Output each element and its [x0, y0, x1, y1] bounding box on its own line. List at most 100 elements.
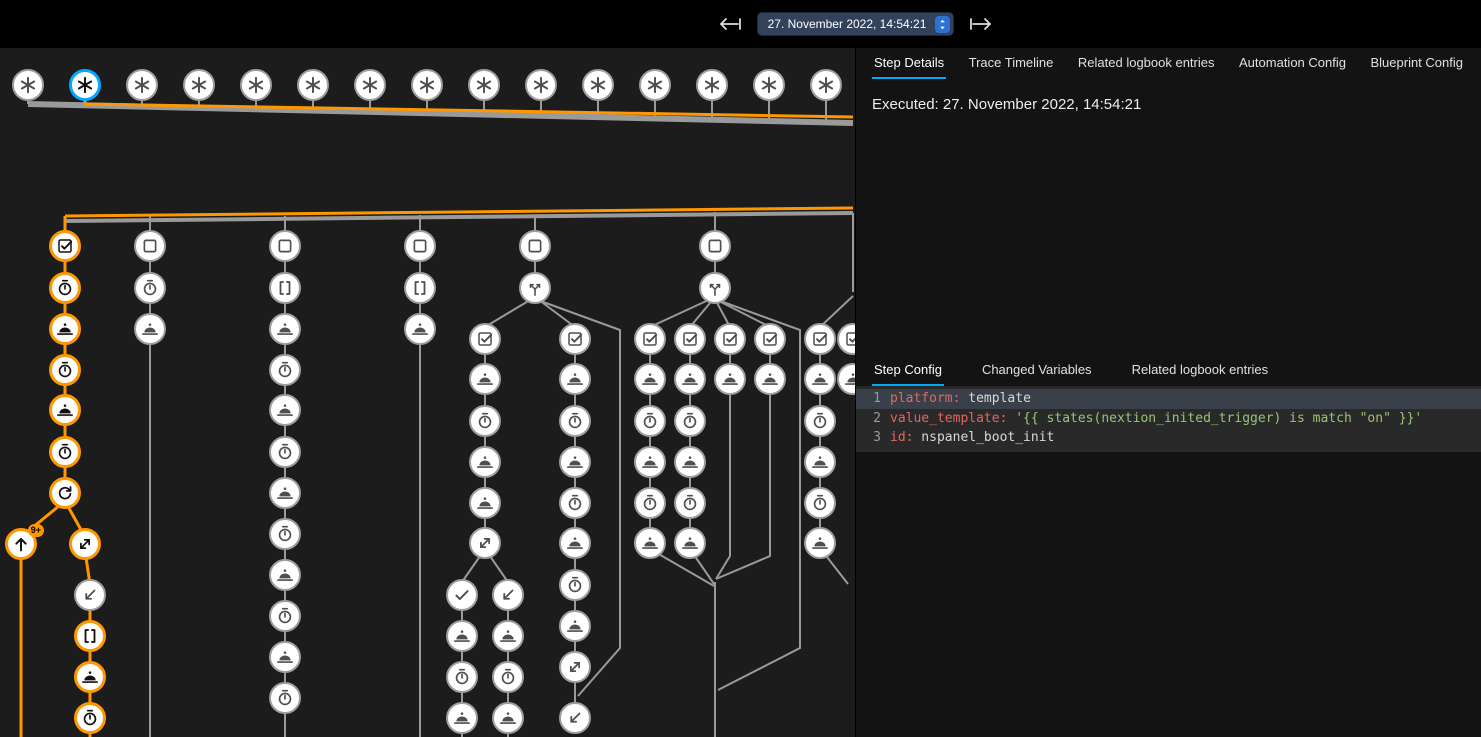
- dome-node[interactable]: [634, 527, 666, 559]
- dome-node[interactable]: [674, 527, 706, 559]
- brackets-node[interactable]: [74, 620, 106, 652]
- expand-node[interactable]: [559, 651, 591, 683]
- checkbox-node[interactable]: [559, 323, 591, 355]
- dome-node[interactable]: [469, 363, 501, 395]
- asterisk-node[interactable]: [468, 69, 500, 101]
- dome-node[interactable]: [446, 702, 478, 734]
- dome-node[interactable]: [469, 487, 501, 519]
- timer-node[interactable]: [74, 702, 106, 734]
- dome-node[interactable]: [634, 363, 666, 395]
- tab-changed-variables[interactable]: Changed Variables: [980, 355, 1094, 386]
- timer-node[interactable]: [559, 487, 591, 519]
- asterisk-node[interactable]: [354, 69, 386, 101]
- next-run-button[interactable]: [968, 15, 994, 33]
- timer-node[interactable]: [804, 487, 836, 519]
- asterisk-node[interactable]: [582, 69, 614, 101]
- checkbox-node[interactable]: [714, 323, 746, 355]
- dome-node[interactable]: [269, 313, 301, 345]
- timer-node[interactable]: [49, 354, 81, 386]
- check-node[interactable]: [446, 579, 478, 611]
- checkbox-node[interactable]: [469, 323, 501, 355]
- timer-node[interactable]: [269, 518, 301, 550]
- choose-node[interactable]: [699, 272, 731, 304]
- repeat-node[interactable]: [49, 477, 81, 509]
- dome-node[interactable]: [559, 446, 591, 478]
- timer-node[interactable]: [269, 682, 301, 714]
- dome-node[interactable]: [754, 363, 786, 395]
- dome-node[interactable]: [804, 446, 836, 478]
- brackets-node[interactable]: [404, 272, 436, 304]
- step-config-code[interactable]: 1platform: template2value_template: '{{ …: [856, 387, 1481, 452]
- dome-node[interactable]: [469, 446, 501, 478]
- expand-node[interactable]: [469, 527, 501, 559]
- timer-node[interactable]: [269, 600, 301, 632]
- timer-node[interactable]: [492, 661, 524, 693]
- timer-node[interactable]: [559, 405, 591, 437]
- timer-node[interactable]: [49, 272, 81, 304]
- asterisk-node[interactable]: [297, 69, 329, 101]
- dome-node[interactable]: [49, 313, 81, 345]
- asterisk-node[interactable]: [696, 69, 728, 101]
- tab-trace-timeline[interactable]: Trace Timeline: [967, 48, 1056, 79]
- dome-node[interactable]: [49, 394, 81, 426]
- tab-related-logbook-entries[interactable]: Related logbook entries: [1130, 355, 1271, 386]
- checkbox-node[interactable]: [49, 230, 81, 262]
- asterisk-node[interactable]: [639, 69, 671, 101]
- dome-node[interactable]: [559, 363, 591, 395]
- tab-step-details[interactable]: Step Details: [872, 48, 946, 79]
- dome-node[interactable]: [674, 363, 706, 395]
- asterisk-node[interactable]: [525, 69, 557, 101]
- dome-node[interactable]: [404, 313, 436, 345]
- previous-run-button[interactable]: [717, 15, 743, 33]
- timer-node[interactable]: [634, 487, 666, 519]
- dome-node[interactable]: [714, 363, 746, 395]
- square-node[interactable]: [269, 230, 301, 262]
- run-selector[interactable]: 27. November 2022, 14:54:21: [757, 12, 955, 36]
- timer-node[interactable]: [134, 272, 166, 304]
- tab-blueprint-config[interactable]: Blueprint Config: [1368, 48, 1465, 79]
- checkbox-node[interactable]: [754, 323, 786, 355]
- asterisk-node[interactable]: [126, 69, 158, 101]
- timer-node[interactable]: [674, 405, 706, 437]
- dome-node[interactable]: [804, 363, 836, 395]
- timer-node[interactable]: [469, 405, 501, 437]
- dome-node[interactable]: [492, 702, 524, 734]
- checkbox-node[interactable]: [804, 323, 836, 355]
- dome-node[interactable]: [269, 477, 301, 509]
- timer-node[interactable]: [804, 405, 836, 437]
- timer-node[interactable]: [49, 436, 81, 468]
- dome-node[interactable]: [804, 527, 836, 559]
- checkbox-node[interactable]: [674, 323, 706, 355]
- dome-node[interactable]: [269, 641, 301, 673]
- choose-node[interactable]: [519, 272, 551, 304]
- asterisk-node[interactable]: [12, 69, 44, 101]
- asterisk-node[interactable]: [240, 69, 272, 101]
- tab-related-logbook-entries[interactable]: Related logbook entries: [1076, 48, 1217, 79]
- timer-node[interactable]: [634, 405, 666, 437]
- dome-node[interactable]: [674, 446, 706, 478]
- timer-node[interactable]: [269, 436, 301, 468]
- tab-automation-config[interactable]: Automation Config: [1237, 48, 1348, 79]
- dome-node[interactable]: [269, 394, 301, 426]
- dome-node[interactable]: [634, 446, 666, 478]
- square-node[interactable]: [404, 230, 436, 262]
- dome-node[interactable]: [446, 620, 478, 652]
- asterisk-node[interactable]: [810, 69, 842, 101]
- expand-node[interactable]: [69, 528, 101, 560]
- timer-node[interactable]: [559, 569, 591, 601]
- dome-node[interactable]: [559, 610, 591, 642]
- checkbox-node[interactable]: [634, 323, 666, 355]
- asterisk-node[interactable]: [183, 69, 215, 101]
- dome-node[interactable]: [134, 313, 166, 345]
- dome-node[interactable]: [74, 661, 106, 693]
- asterisk-node[interactable]: [753, 69, 785, 101]
- arrow-dl-node[interactable]: [74, 579, 106, 611]
- tab-step-config[interactable]: Step Config: [872, 355, 944, 386]
- dome-node[interactable]: [492, 620, 524, 652]
- timer-node[interactable]: [674, 487, 706, 519]
- dome-node[interactable]: [269, 559, 301, 591]
- dome-node[interactable]: [559, 527, 591, 559]
- arrow-up-node[interactable]: 9+: [5, 528, 37, 560]
- timer-node[interactable]: [269, 354, 301, 386]
- arrow-dl-node[interactable]: [559, 702, 591, 734]
